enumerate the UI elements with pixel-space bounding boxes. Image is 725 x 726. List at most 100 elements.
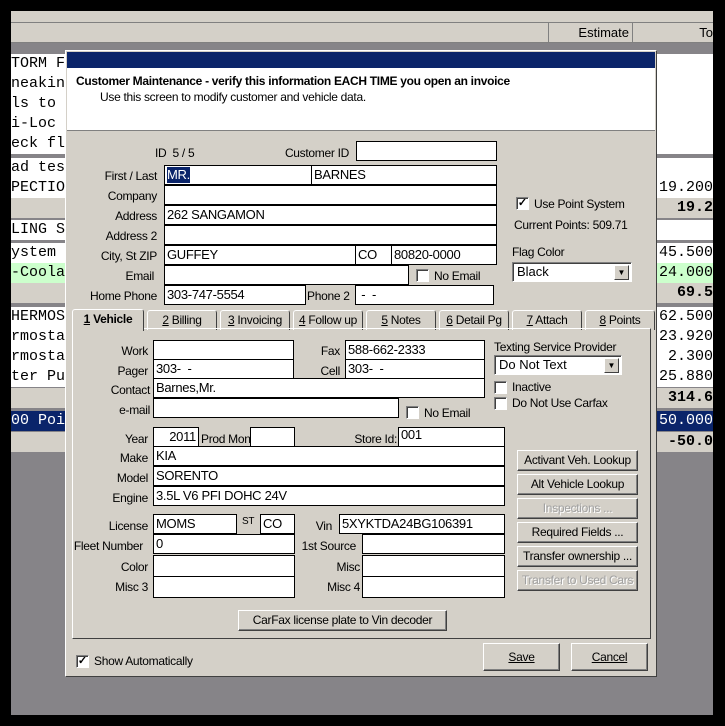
background-row-left[interactable]: ls to <box>11 94 65 114</box>
tab-billing[interactable]: 2 Billing <box>147 310 217 330</box>
background-row-left[interactable] <box>11 388 65 408</box>
background-row-left[interactable]: ter Pu <box>11 367 65 387</box>
model-input[interactable]: SORENTO <box>153 466 505 486</box>
license-input[interactable]: MOMS <box>153 514 237 534</box>
background-row-right[interactable] <box>657 74 713 94</box>
misc4-input[interactable] <box>362 576 505 598</box>
activant-lookup-button[interactable]: Activant Veh. Lookup <box>517 450 638 471</box>
pager-input[interactable]: 303- - <box>153 359 294 379</box>
background-row-right[interactable] <box>657 134 713 154</box>
background-row-left[interactable]: PECTIO <box>11 178 65 198</box>
background-row-right[interactable] <box>657 114 713 134</box>
carfax-checkbox[interactable] <box>494 397 507 410</box>
background-row-right[interactable] <box>657 54 713 74</box>
contact-input[interactable]: Barnes,Mr. <box>153 378 485 398</box>
address-input[interactable]: 262 SANGAMON <box>164 205 497 225</box>
vin-input[interactable]: 5XYKTDA24BG106391 <box>339 514 505 534</box>
st-input[interactable]: CO <box>260 514 295 534</box>
email-input[interactable] <box>164 265 409 285</box>
show-auto-checkbox[interactable]: ✓ <box>76 655 89 668</box>
cell-label: Cell <box>320 364 341 378</box>
background-row-left[interactable]: 00 Poi <box>11 411 65 431</box>
alt-vehicle-lookup-button[interactable]: Alt Vehicle Lookup <box>517 474 638 495</box>
background-row-right[interactable]: 69.5 <box>657 283 713 303</box>
background-row-left[interactable]: neakin <box>11 74 65 94</box>
prod-mon-input[interactable] <box>250 427 295 447</box>
no-email-checkbox[interactable] <box>416 269 429 282</box>
background-row-left[interactable]: rmosta <box>11 347 65 367</box>
phone2-input[interactable]: - - <box>355 285 494 305</box>
texting-select[interactable]: Do Not Text ▼ <box>494 355 622 375</box>
zip-input[interactable]: 80820-0000 <box>391 245 497 265</box>
save-button[interactable]: Save <box>483 643 560 671</box>
address2-input[interactable] <box>164 225 497 245</box>
make-input[interactable]: KIA <box>153 446 505 466</box>
company-label: Company <box>107 189 158 203</box>
background-row-right[interactable]: 62.500 <box>657 307 713 327</box>
cell-input[interactable]: 303- - <box>345 359 485 379</box>
fax-input[interactable]: 588-662-2333 <box>345 340 485 360</box>
tab-follow-up[interactable]: 4 Follow up <box>293 310 363 330</box>
background-row-right[interactable]: 314.6 <box>657 388 713 408</box>
background-row-right[interactable]: 24.000 <box>657 263 713 283</box>
work-input[interactable]: 303-747-5554 <box>153 340 294 360</box>
last-name-input[interactable]: BARNES <box>311 165 497 185</box>
background-row-left[interactable]: HERMOS <box>11 307 65 327</box>
background-row-left[interactable]: ystem <box>11 243 65 263</box>
misc-input[interactable] <box>362 555 505 577</box>
tab-invoicing[interactable]: 3 Invoicing <box>220 310 290 330</box>
tab-vehicle[interactable]: 1 Vehicle <box>72 309 144 331</box>
state-input[interactable]: CO <box>355 245 392 265</box>
col-total[interactable]: To <box>633 23 713 42</box>
background-row-left[interactable]: -Coola <box>11 263 65 283</box>
background-row-right[interactable]: 23.920 <box>657 327 713 347</box>
tab-notes[interactable]: 5 Notes <box>366 310 436 330</box>
source-input[interactable] <box>362 534 505 554</box>
required-fields-button[interactable]: Required Fields ... <box>517 522 638 543</box>
background-row-right[interactable]: -50.0 <box>657 432 713 452</box>
background-row-left[interactable]: LING S <box>11 220 65 240</box>
background-row-right[interactable]: 19.2 <box>657 198 713 218</box>
background-row-right[interactable] <box>657 94 713 114</box>
store-id-input[interactable]: 001 <box>398 427 505 447</box>
inactive-checkbox[interactable] <box>494 381 507 394</box>
transfer-used-cars-button[interactable]: Transfer to Used Cars <box>517 570 638 591</box>
use-point-checkbox[interactable]: ✓ <box>516 197 529 210</box>
background-row-left[interactable]: ad tes <box>11 158 65 178</box>
background-row-right[interactable] <box>657 220 713 240</box>
background-row-right[interactable]: 45.500 <box>657 243 713 263</box>
background-row-left[interactable] <box>11 283 65 303</box>
background-row-left[interactable]: rmosta <box>11 327 65 347</box>
background-row-left[interactable]: TORM F <box>11 54 65 74</box>
first-name-input[interactable]: MR. <box>164 165 312 185</box>
tab-attach[interactable]: 7 Attach <box>512 310 582 330</box>
background-row-left[interactable]: i-Loc <box>11 114 65 134</box>
background-row-right[interactable] <box>657 158 713 178</box>
vehicle-no-email-checkbox[interactable] <box>406 406 419 419</box>
year-input[interactable]: 2011 <box>153 427 199 447</box>
background-row-right[interactable]: 50.000 <box>657 411 713 431</box>
background-row-right[interactable]: 19.200 <box>657 178 713 198</box>
transfer-ownership-button[interactable]: Transfer ownership ... <box>517 546 638 567</box>
city-input[interactable]: GUFFEY <box>164 245 356 265</box>
header-banner: Customer Maintenance - verify this infor… <box>67 68 655 131</box>
company-input[interactable] <box>164 185 497 205</box>
background-row-left[interactable] <box>11 198 65 218</box>
vehicle-email-input[interactable] <box>153 398 399 418</box>
background-row-right[interactable]: 25.880 <box>657 367 713 387</box>
background-row-left[interactable]: eck fl <box>11 134 65 154</box>
work-label: Work <box>121 344 148 358</box>
tab-points[interactable]: 8 Points <box>585 310 655 330</box>
inspections-button[interactable]: Inspections ... <box>517 498 638 519</box>
customer-id-input[interactable] <box>356 141 497 161</box>
background-row-right[interactable]: 2.300 <box>657 347 713 367</box>
flag-color-select[interactable]: Black ▼ <box>512 262 632 282</box>
cancel-button[interactable]: Cancel <box>571 643 648 671</box>
tab-detail-pg[interactable]: 6 Detail Pg <box>439 310 509 330</box>
background-row-left[interactable] <box>11 432 65 452</box>
engine-input[interactable]: 3.5L V6 PFI DOHC 24V <box>153 486 505 506</box>
city-label: City, St ZIP <box>100 249 157 263</box>
carfax-decoder-button[interactable]: CarFax license plate to Vin decoder <box>238 610 447 631</box>
home-phone-input[interactable]: 303-747-5554 <box>164 285 306 305</box>
col-estimate[interactable]: Estimate <box>548 23 633 42</box>
